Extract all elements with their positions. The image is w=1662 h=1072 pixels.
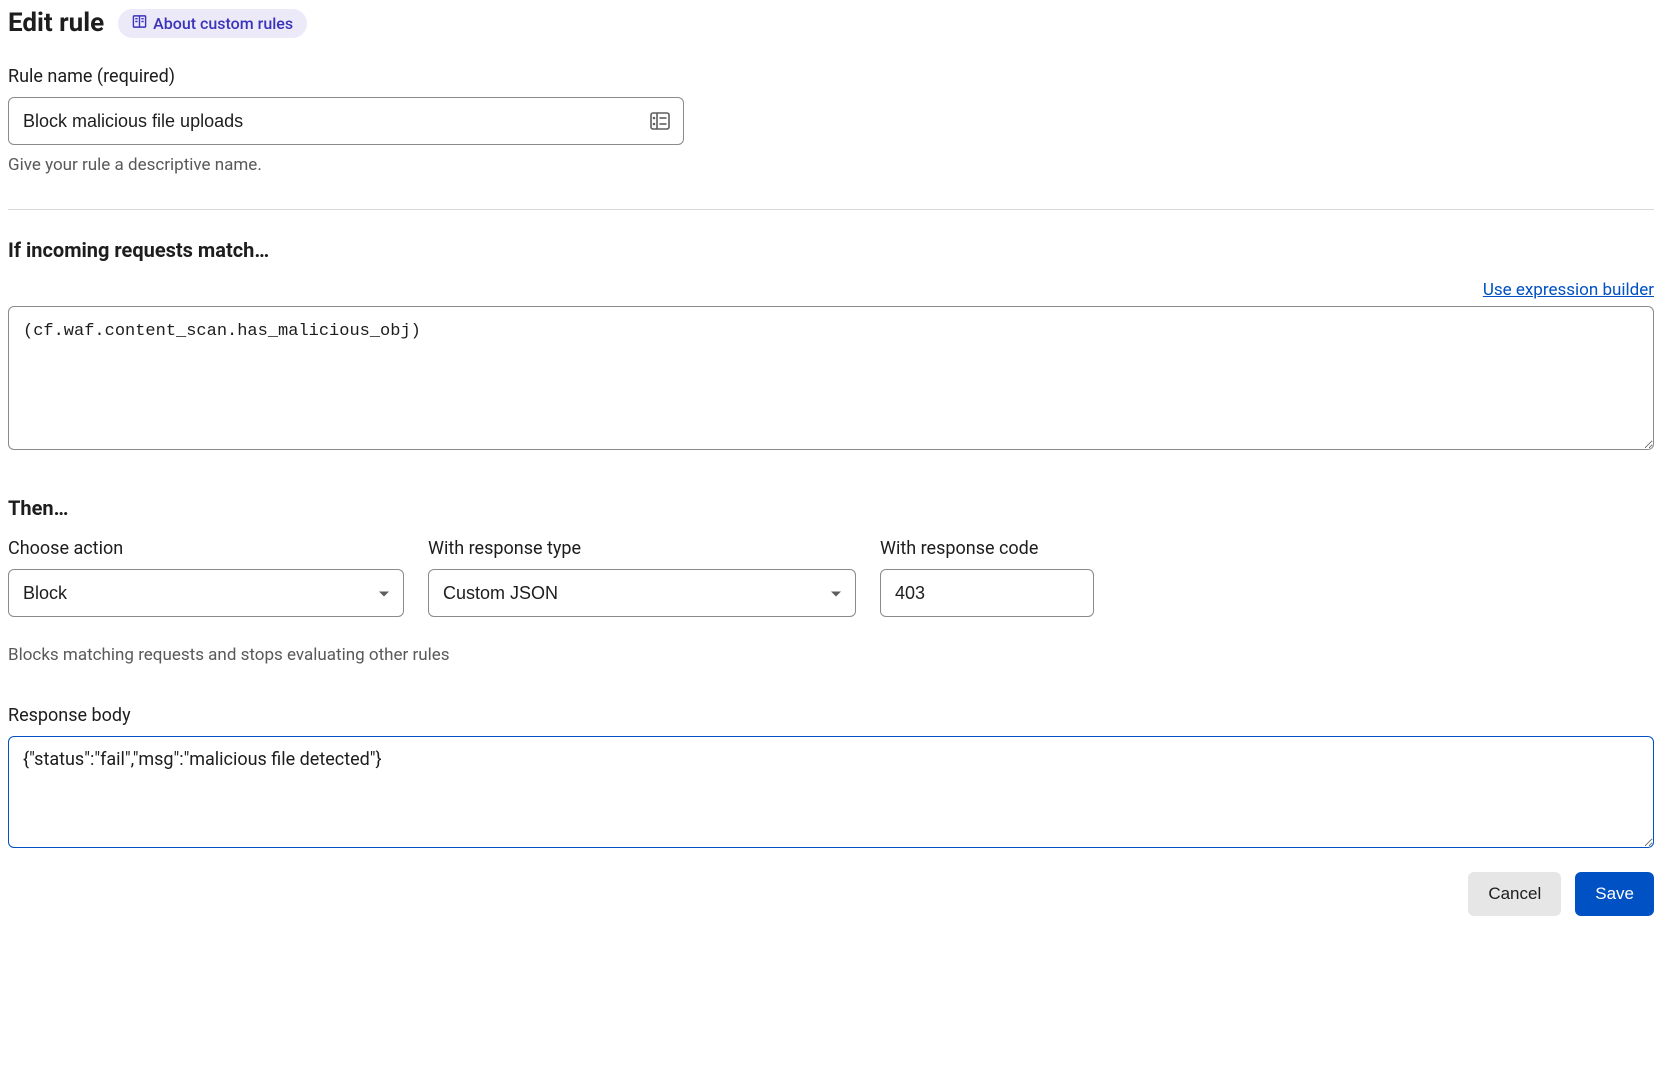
action-column: Choose action Block: [8, 538, 404, 617]
action-row: Choose action Block With response type C…: [8, 538, 1654, 617]
response-code-input[interactable]: [880, 569, 1094, 617]
about-link-label: About custom rules: [153, 14, 293, 33]
footer-actions: Cancel Save: [8, 872, 1654, 916]
rule-name-label: Rule name (required): [8, 66, 1654, 87]
section-divider: [8, 209, 1654, 210]
response-type-select-wrapper: Custom JSON: [428, 569, 856, 617]
form-icon: [650, 112, 670, 130]
book-icon: [132, 14, 147, 33]
response-type-label: With response type: [428, 538, 856, 559]
save-button[interactable]: Save: [1575, 872, 1654, 916]
rule-name-group: Rule name (required) Give your rule a de…: [8, 66, 1654, 175]
response-body-label: Response body: [8, 705, 1654, 726]
match-section: If incoming requests match… Use expressi…: [8, 238, 1654, 454]
response-type-select[interactable]: Custom JSON: [428, 569, 856, 617]
page-title: Edit rule: [8, 8, 104, 38]
action-select-wrapper: Block: [8, 569, 404, 617]
rule-name-input[interactable]: [8, 97, 684, 145]
response-code-label: With response code: [880, 538, 1094, 559]
action-select[interactable]: Block: [8, 569, 404, 617]
match-section-title: If incoming requests match…: [8, 238, 1654, 262]
response-type-column: With response type Custom JSON: [428, 538, 856, 617]
cancel-button[interactable]: Cancel: [1468, 872, 1561, 916]
about-custom-rules-link[interactable]: About custom rules: [118, 9, 307, 38]
expression-toolbar: Use expression builder: [8, 280, 1654, 300]
action-label: Choose action: [8, 538, 404, 559]
response-code-column: With response code: [880, 538, 1094, 617]
action-description: Blocks matching requests and stops evalu…: [8, 645, 1654, 665]
response-body-section: Response body {"status":"fail","msg":"ma…: [8, 705, 1654, 852]
page-header: Edit rule About custom rules: [8, 8, 1654, 38]
expression-input[interactable]: (cf.waf.content_scan.has_malicious_obj): [8, 306, 1654, 450]
rule-name-input-wrapper: [8, 97, 684, 145]
response-body-input[interactable]: {"status":"fail","msg":"malicious file d…: [8, 736, 1654, 848]
then-section: Then… Choose action Block With response …: [8, 496, 1654, 665]
use-expression-builder-link[interactable]: Use expression builder: [1483, 280, 1654, 300]
then-section-title: Then…: [8, 496, 1654, 520]
rule-name-help: Give your rule a descriptive name.: [8, 155, 1654, 175]
